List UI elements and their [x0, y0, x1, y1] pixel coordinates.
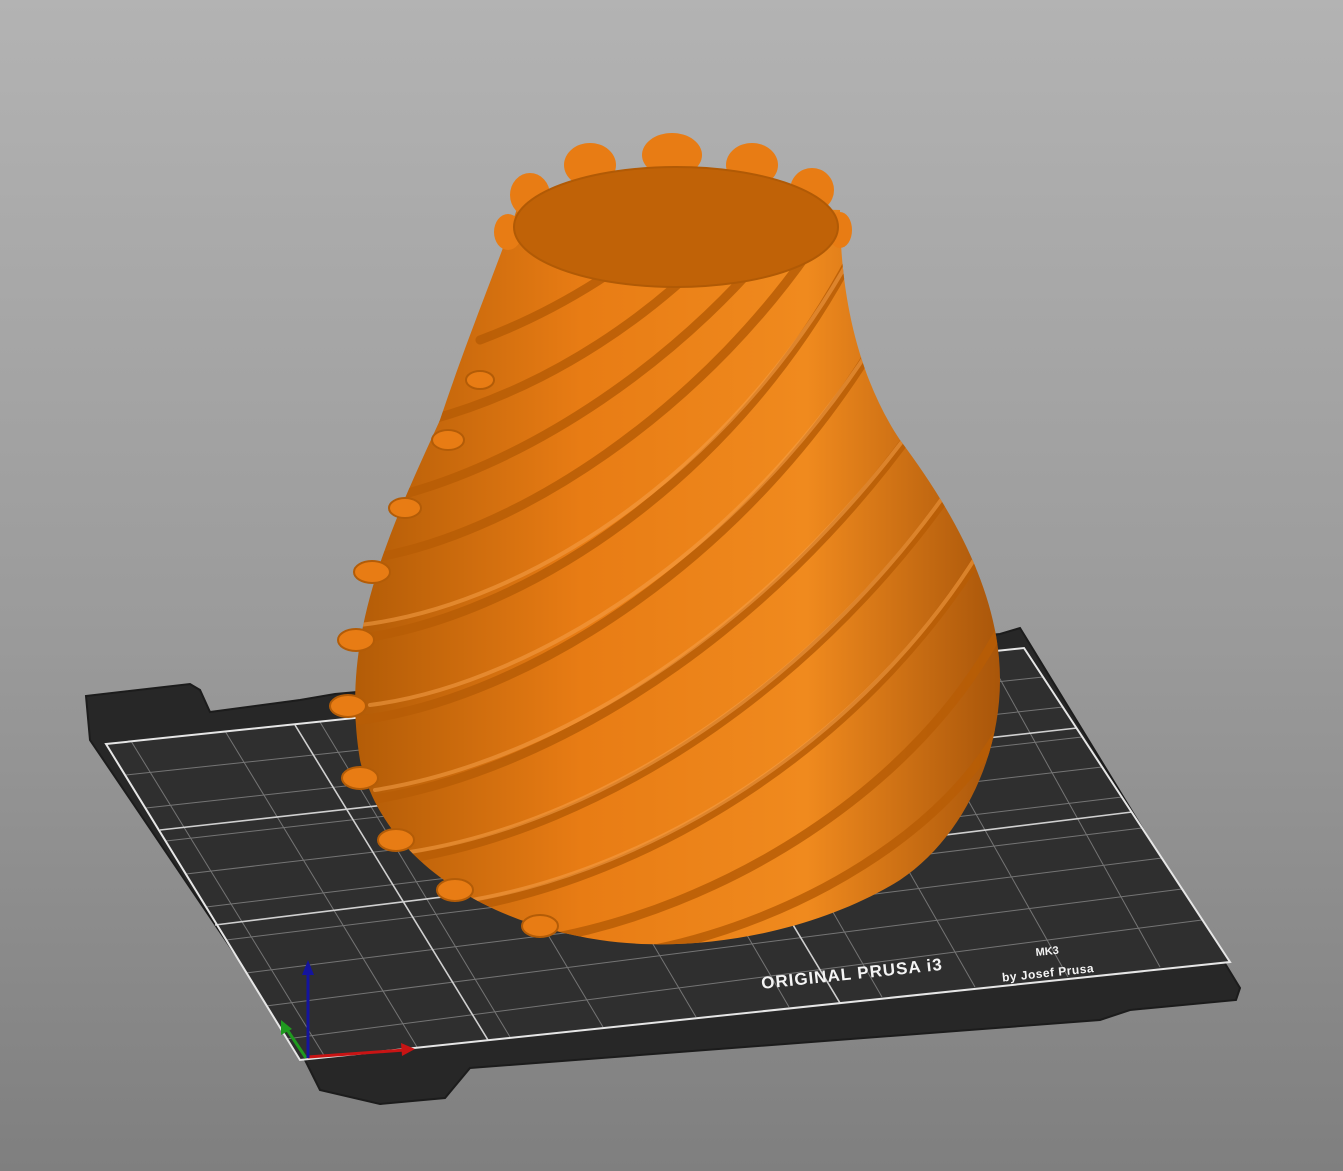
3d-viewport[interactable]: ORIGINAL PRUSA i3 MK3 by Josef Prusa — [0, 0, 1343, 1171]
vase-model[interactable] — [329, 133, 1005, 950]
bed-model-text: MK3 — [1035, 945, 1059, 959]
vase-top-opening — [513, 166, 839, 288]
scene-canvas[interactable]: ORIGINAL PRUSA i3 MK3 by Josef Prusa — [0, 0, 1343, 1171]
